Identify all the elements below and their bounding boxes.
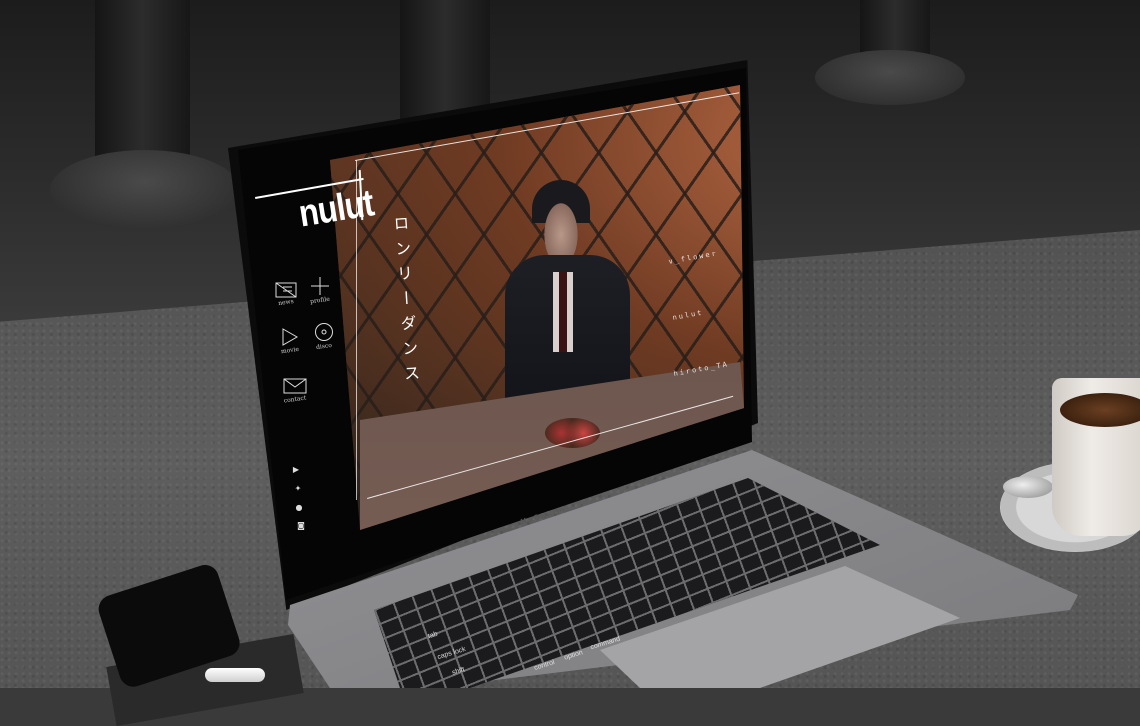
stylus-pen — [205, 668, 265, 682]
youtube-icon[interactable]: ▶ — [291, 465, 301, 475]
line-icon[interactable]: ● — [294, 503, 304, 513]
twitter-icon[interactable]: ✦ — [293, 484, 303, 494]
nav-profile[interactable]: profile — [300, 276, 340, 305]
coffee — [1060, 393, 1140, 427]
pillar-base — [815, 50, 965, 105]
nav-contact[interactable]: contact — [275, 377, 315, 405]
nav-disco[interactable]: disco — [304, 322, 344, 351]
pillar-base — [50, 150, 240, 230]
illustration-figure-head — [532, 180, 590, 258]
spoon — [1003, 476, 1053, 498]
news-icon — [275, 282, 297, 298]
instagram-icon[interactable]: ◙ — [296, 521, 306, 531]
play-icon — [282, 328, 299, 346]
illustration-shirt-tie — [553, 272, 573, 352]
illustration-flowers — [545, 418, 600, 448]
mail-icon — [283, 378, 307, 394]
disc-icon — [315, 323, 333, 341]
plus-icon — [311, 277, 329, 295]
